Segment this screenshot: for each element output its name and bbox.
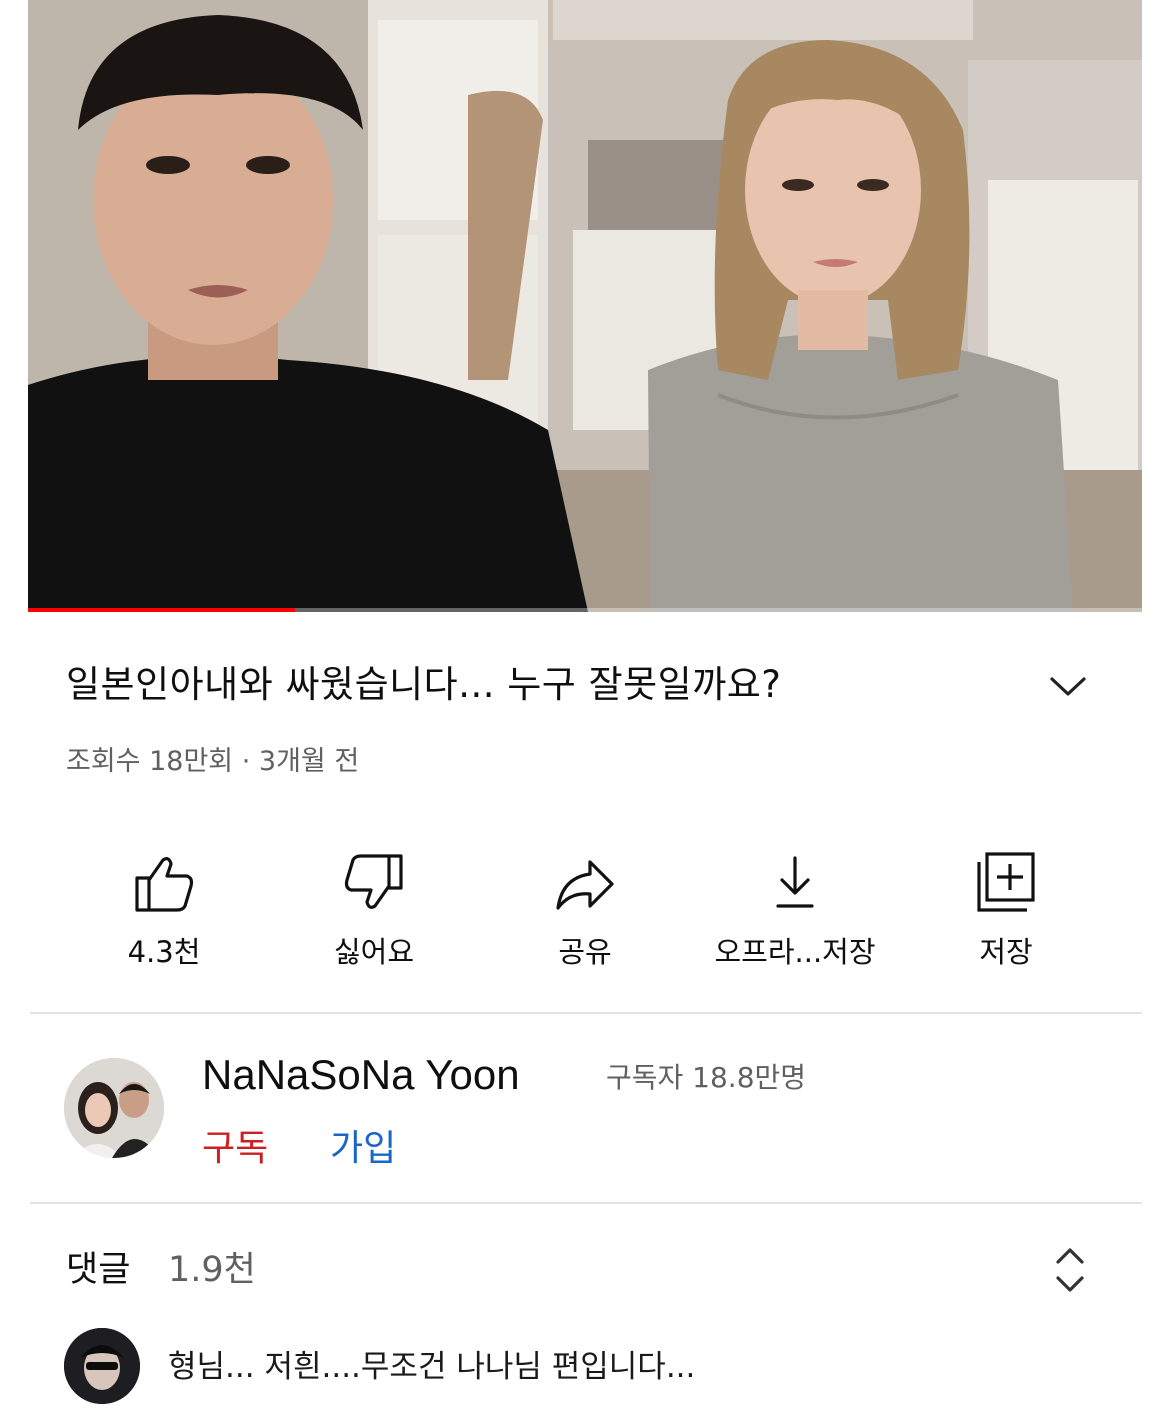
commenter-avatar[interactable] bbox=[64, 1328, 140, 1404]
channel-name[interactable]: NaNaSoNa Yoon bbox=[202, 1045, 520, 1105]
save-label: 저장 bbox=[979, 935, 1033, 969]
share-icon bbox=[556, 860, 614, 910]
progress-fill bbox=[28, 608, 296, 612]
download-icon bbox=[776, 856, 814, 908]
subscriber-count: 구독자 18.8만명 bbox=[606, 1061, 807, 1094]
channel-avatar[interactable] bbox=[64, 1058, 164, 1158]
video-player[interactable] bbox=[28, 0, 1142, 612]
save-button[interactable]: 저장 bbox=[906, 838, 1106, 988]
comments-label[interactable]: 댓글 bbox=[66, 1245, 130, 1295]
channel-avatar-image bbox=[64, 1058, 164, 1158]
chevron-down-icon[interactable] bbox=[1048, 669, 1088, 703]
subscribe-button[interactable]: 구독 bbox=[202, 1124, 268, 1174]
share-button[interactable]: 공유 bbox=[485, 838, 685, 988]
video-meta: 조회수 18만회 · 3개월 전 bbox=[66, 746, 360, 777]
title-row[interactable]: 일본인아내와 싸웠습니다... 누구 잘못일까요? bbox=[66, 655, 1106, 715]
like-button[interactable]: 4.3천 bbox=[64, 838, 264, 988]
action-bar: 4.3천 싫어요 공유 오프라...저장 저장 bbox=[0, 838, 1170, 988]
dislike-button[interactable]: 싫어요 bbox=[274, 838, 474, 988]
expand-comments-icon[interactable] bbox=[1046, 1242, 1094, 1298]
video-frame bbox=[28, 0, 1142, 612]
divider bbox=[30, 1202, 1142, 1204]
progress-bar[interactable] bbox=[28, 608, 1142, 612]
share-label: 공유 bbox=[558, 935, 612, 969]
comment-text: 형님... 저흰....무조건 나나님 편입니다... bbox=[168, 1349, 696, 1385]
video-title: 일본인아내와 싸웠습니다... 누구 잘못일까요? bbox=[66, 663, 782, 706]
divider bbox=[30, 1012, 1142, 1014]
commenter-avatar-image bbox=[64, 1328, 140, 1404]
dislike-label: 싫어요 bbox=[333, 935, 415, 969]
thumbs-up-icon bbox=[135, 857, 194, 912]
comments-count: 1.9천 bbox=[168, 1250, 256, 1290]
download-label: 오프라...저장 bbox=[714, 935, 876, 969]
download-button[interactable]: 오프라...저장 bbox=[695, 838, 895, 988]
thumbs-down-icon bbox=[344, 854, 403, 909]
save-to-playlist-icon bbox=[977, 852, 1035, 912]
join-button[interactable]: 가입 bbox=[330, 1124, 396, 1174]
like-count: 4.3천 bbox=[127, 935, 201, 969]
